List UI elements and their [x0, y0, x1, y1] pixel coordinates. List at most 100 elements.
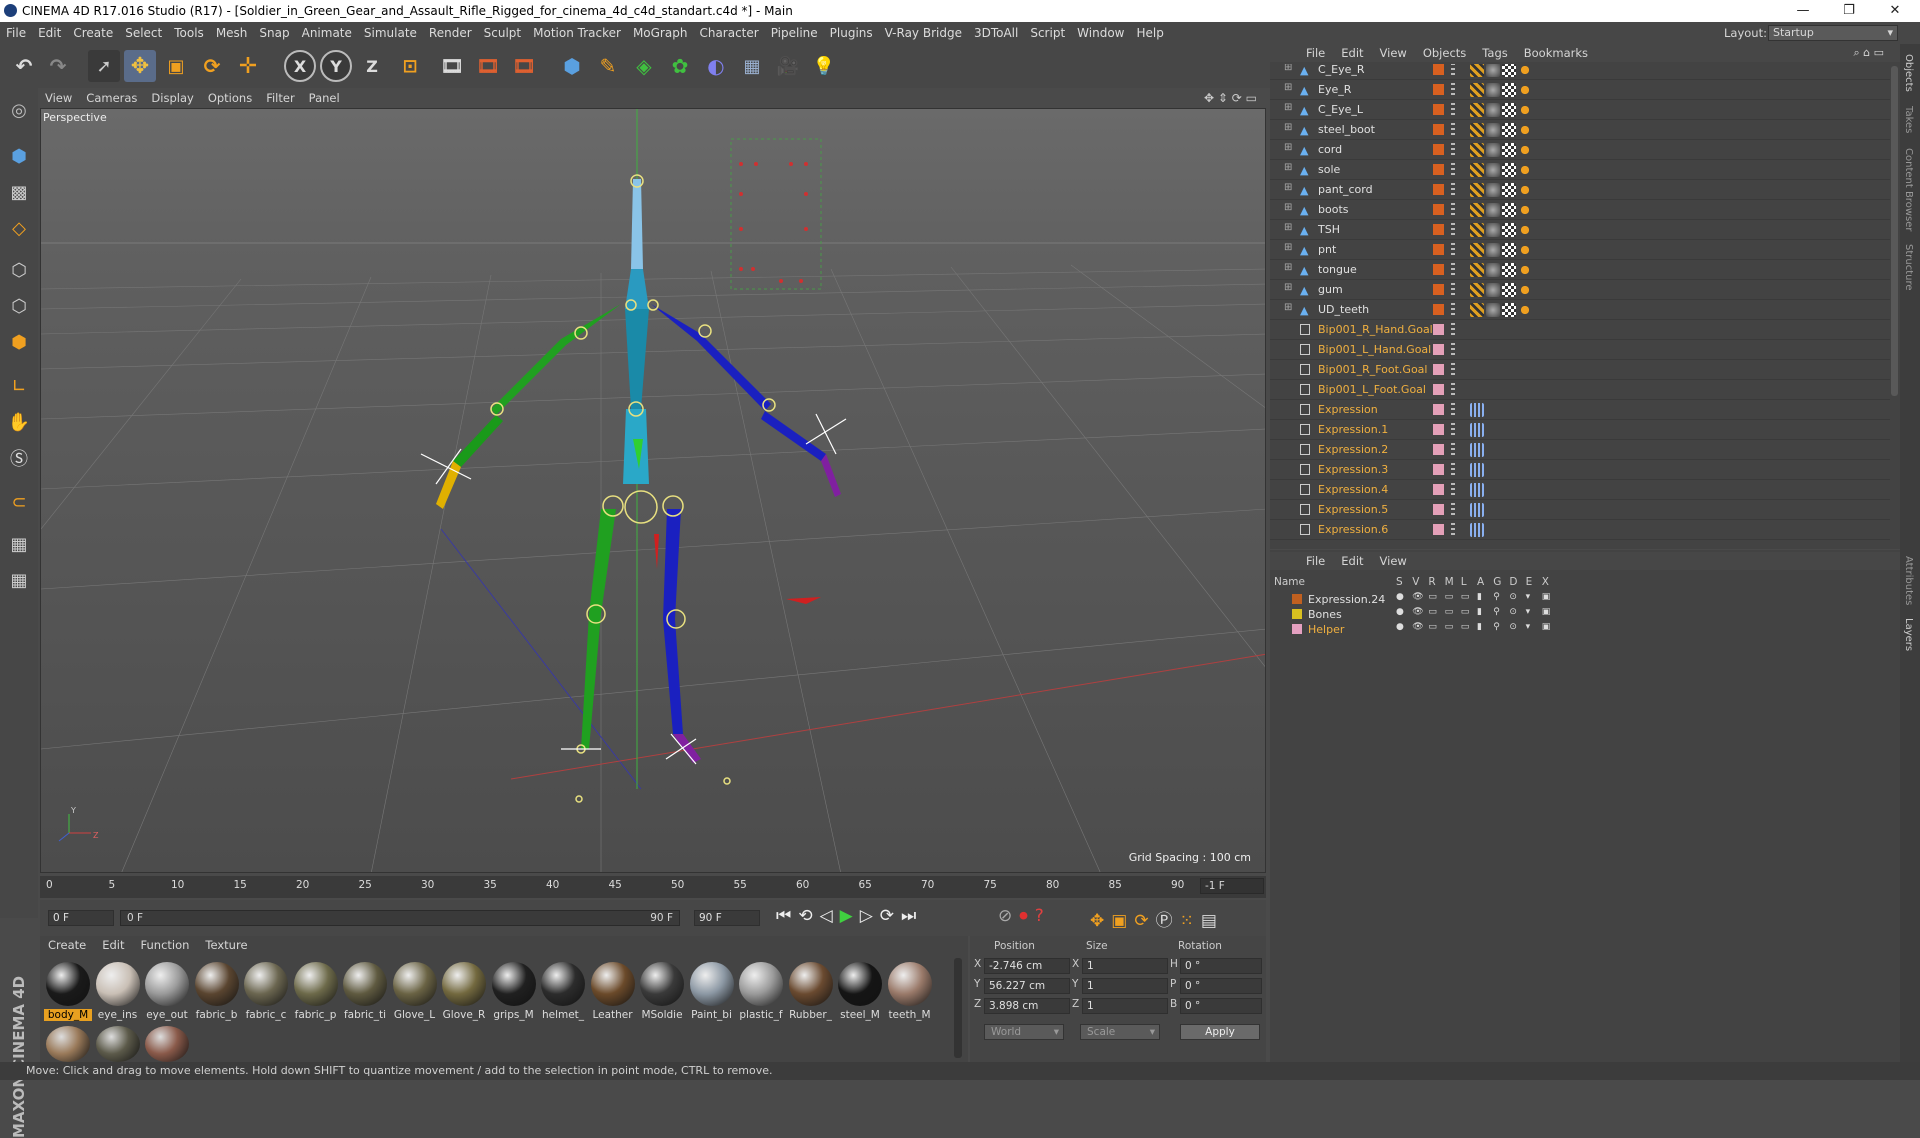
menu-mesh[interactable]: Mesh [210, 22, 254, 44]
layer-color-swatch[interactable] [1433, 84, 1444, 95]
xpresso-tag-icon[interactable] [1470, 403, 1484, 417]
layer-toggle-icon[interactable]: 👁 [1412, 622, 1423, 632]
object-row[interactable]: ⊞ ▲ tongue [1270, 260, 1890, 280]
texture-tag-icon[interactable] [1502, 223, 1516, 237]
layer-name[interactable]: Bones [1308, 608, 1342, 621]
coordinate-system-icon[interactable]: ⊡ [394, 50, 426, 82]
next-frame-icon[interactable]: ▷ [860, 906, 880, 926]
apply-button[interactable]: Apply [1180, 1024, 1260, 1040]
texture-tag-icon[interactable] [1502, 143, 1516, 157]
object-menu-file[interactable]: File [1298, 44, 1333, 62]
viewport-menu-panel[interactable]: Panel [302, 88, 347, 108]
xpresso-tag-icon[interactable] [1470, 463, 1484, 477]
object-row[interactable]: ⊞ ▲ sole [1270, 160, 1890, 180]
material-tag-icon[interactable] [1486, 183, 1500, 197]
material-label[interactable]: fabric_c [242, 1009, 290, 1021]
object-menu-tags[interactable]: Tags [1474, 44, 1515, 62]
menu-select[interactable]: Select [119, 22, 168, 44]
phong-tag-icon[interactable] [1470, 263, 1484, 277]
object-name[interactable]: Expression.6 [1318, 523, 1388, 536]
layer-column-header[interactable]: Name [1274, 576, 1305, 588]
layer-color-swatch[interactable] [1433, 384, 1444, 395]
key-pla-icon[interactable]: ⁙ [1180, 911, 1201, 931]
object-name[interactable]: Eye_R [1318, 83, 1351, 96]
layer-color-swatch[interactable] [1433, 424, 1444, 435]
visibility-dots-icon[interactable] [1451, 463, 1455, 476]
size-field[interactable]: 1 [1082, 958, 1168, 974]
material-label[interactable]: helmet_ [539, 1009, 587, 1021]
visibility-dots-icon[interactable] [1451, 223, 1455, 236]
rotation-field[interactable]: 0 ° [1180, 998, 1262, 1014]
layer-color-swatch[interactable] [1433, 464, 1444, 475]
render-settings-icon[interactable]: 🎞 [508, 50, 540, 82]
layer-menu-edit[interactable]: Edit [1333, 552, 1371, 570]
material-label[interactable]: eye_out [143, 1009, 191, 1021]
object-name[interactable]: C_Eye_L [1318, 103, 1363, 116]
visibility-dots-icon[interactable] [1451, 483, 1455, 496]
object-name[interactable]: Expression.2 [1318, 443, 1388, 456]
expand-toggle-icon[interactable]: ⊞ [1284, 282, 1292, 293]
layer-color-swatch[interactable] [1292, 609, 1302, 619]
xpresso-tag-icon[interactable] [1470, 423, 1484, 437]
phong-tag-icon[interactable] [1470, 64, 1484, 77]
restore-button[interactable]: ❐ [1826, 1, 1872, 21]
visibility-dots-icon[interactable] [1451, 363, 1455, 376]
material-tag-icon[interactable] [1486, 303, 1500, 317]
expand-toggle-icon[interactable]: ⊞ [1284, 162, 1292, 173]
material-swatch[interactable] [95, 1026, 140, 1062]
expand-toggle-icon[interactable]: ⊞ [1284, 102, 1292, 113]
object-name[interactable]: Expression.4 [1318, 483, 1388, 496]
object-row[interactable]: ⊞ ▲ C_Eye_L [1270, 100, 1890, 120]
material-swatch[interactable] [442, 962, 486, 1006]
xpresso-tag-icon[interactable] [1470, 443, 1484, 457]
layer-color-swatch[interactable] [1433, 404, 1444, 415]
layer-color-swatch[interactable] [1433, 64, 1444, 75]
menu-mograph[interactable]: MoGraph [627, 22, 694, 44]
tab-content-browser[interactable]: Content Browser [1903, 148, 1914, 231]
tab-objects[interactable]: Objects [1903, 54, 1914, 92]
layer-color-swatch[interactable] [1433, 524, 1444, 535]
rotation-field[interactable]: 0 ° [1180, 978, 1262, 994]
visibility-dots-icon[interactable] [1451, 523, 1455, 536]
layer-toggle-icon[interactable]: ▮ [1477, 607, 1482, 617]
object-row[interactable]: Bip001_R_Hand.Goal [1270, 320, 1890, 340]
object-name[interactable]: pnt [1318, 243, 1336, 256]
layer-color-swatch[interactable] [1433, 264, 1444, 275]
material-label[interactable]: grips_M [490, 1009, 538, 1021]
layer-toggle-icon[interactable]: ▭ [1445, 622, 1454, 632]
object-row[interactable]: Expression.6 [1270, 520, 1890, 540]
material-label[interactable]: fabric_b [193, 1009, 241, 1021]
object-name[interactable]: Bip001_R_Foot.Goal [1318, 363, 1427, 376]
menu-sculpt[interactable]: Sculpt [478, 22, 527, 44]
visibility-dots-icon[interactable] [1451, 403, 1455, 416]
visibility-dots-icon[interactable] [1451, 503, 1455, 516]
position-field[interactable]: 56.227 cm [984, 978, 1070, 994]
phong-tag-icon[interactable] [1470, 183, 1484, 197]
menu-animate[interactable]: Animate [296, 22, 358, 44]
weight-tag-icon[interactable] [1518, 203, 1532, 217]
layer-column-header[interactable]: G [1493, 576, 1501, 588]
layout-select[interactable]: Startup ▾ [1768, 25, 1898, 41]
layer-name[interactable]: Expression.24 [1308, 593, 1385, 606]
material-label[interactable]: plastic_f [737, 1009, 785, 1021]
viewport-menu-display[interactable]: Display [144, 88, 200, 108]
layer-toggle-icon[interactable]: ▮ [1477, 622, 1482, 632]
layer-toggle-icon[interactable]: ▭ [1428, 592, 1437, 602]
menu-window[interactable]: Window [1071, 22, 1130, 44]
go-to-end-icon[interactable]: ⏭ [901, 906, 923, 926]
viewport-menu-cameras[interactable]: Cameras [79, 88, 144, 108]
menu-snap[interactable]: Snap [253, 22, 295, 44]
menu-simulate[interactable]: Simulate [358, 22, 423, 44]
object-menu-view[interactable]: View [1372, 44, 1415, 62]
viewport-scene[interactable] [41, 109, 1266, 873]
position-field[interactable]: -2.746 cm [984, 958, 1070, 974]
layer-toggle-icon[interactable]: ▭ [1428, 607, 1437, 617]
layer-color-swatch[interactable] [1433, 104, 1444, 115]
material-label[interactable]: steel_M [836, 1009, 884, 1021]
layer-toggle-icon[interactable]: ▮ [1477, 592, 1482, 602]
texture-tag-icon[interactable] [1502, 243, 1516, 257]
weight-tag-icon[interactable] [1518, 223, 1532, 237]
layer-color-swatch[interactable] [1292, 624, 1302, 634]
weight-tag-icon[interactable] [1518, 243, 1532, 257]
layer-name[interactable]: Helper [1308, 623, 1344, 636]
